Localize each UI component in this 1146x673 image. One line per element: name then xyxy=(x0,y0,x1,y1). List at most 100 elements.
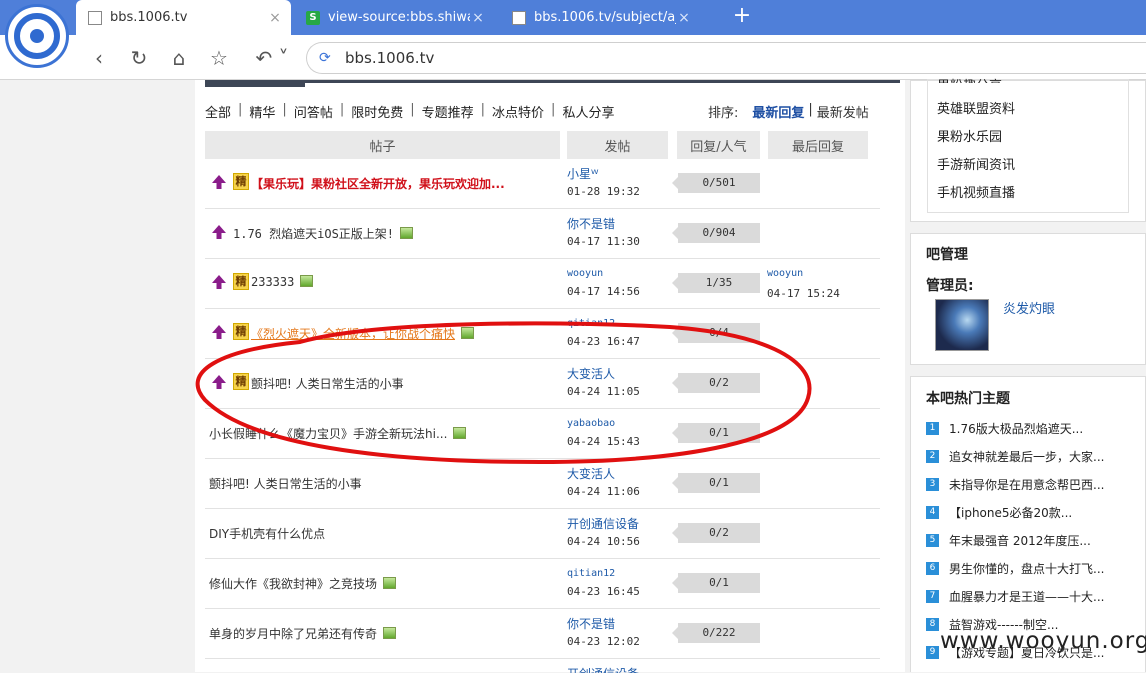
post-author[interactable]: yabaobao xyxy=(567,418,615,429)
hot-title: 本吧热门主题 xyxy=(926,391,1010,407)
hot-topic-title[interactable]: 未指导你是在用意念帮巴西... xyxy=(949,476,1104,493)
hot-topic-item[interactable]: 6 男生你懂的，盘点十大打飞... xyxy=(926,560,1104,577)
sidebar-link[interactable]: 果粉趣分享 xyxy=(937,75,1002,83)
page-icon xyxy=(88,10,102,25)
post-author[interactable]: 大变活人 xyxy=(567,465,615,482)
post-title[interactable]: 小长假睡什么《魔力宝贝》手游全新玩法hi... xyxy=(209,425,467,442)
close-icon[interactable]: × xyxy=(676,10,692,26)
post-time: 04-24 11:05 xyxy=(567,385,640,398)
tab-bbs[interactable]: bbs.1006.tv × xyxy=(76,0,291,35)
tab-ajax[interactable]: bbs.1006.tv/subject/ajax × xyxy=(500,0,700,35)
close-icon[interactable]: × xyxy=(470,10,486,26)
sort-latest-post[interactable]: 最新发帖 xyxy=(817,102,869,121)
hot-topic-item[interactable]: 3 未指导你是在用意念帮巴西... xyxy=(926,476,1104,493)
post-author[interactable]: 小星ᵂ xyxy=(567,165,598,182)
sidebar-link[interactable]: 手游新闻资讯 xyxy=(937,154,1015,173)
rank-badge: 6 xyxy=(926,562,939,575)
essence-badge: 精 xyxy=(233,173,249,190)
post-title-text[interactable]: 单身的岁月中除了兄弟还有传奇 xyxy=(209,627,377,641)
home-icon[interactable]: ⌂ xyxy=(166,45,192,71)
undo-icon[interactable]: ↶ ˅ xyxy=(252,45,292,71)
post-author[interactable]: 开创通信设备 xyxy=(567,515,639,532)
up-arrow-icon xyxy=(212,175,226,189)
hot-topic-title[interactable]: 1.76版大极品烈焰遮天... xyxy=(949,420,1083,437)
sidebar-link[interactable]: 手机视频直播 xyxy=(937,182,1015,201)
star-icon[interactable]: ☆ xyxy=(206,45,232,71)
post-title-text[interactable]: 《烈火遮天》全新版本，让你战个痛快 xyxy=(251,327,455,341)
reply-count: 0/1 xyxy=(672,573,760,593)
reload-icon[interactable]: ↻ xyxy=(126,45,152,71)
filter-topic[interactable]: 专题推荐 xyxy=(422,102,474,121)
post-title[interactable]: 颤抖吧! 人类日常生活的小事 xyxy=(209,475,362,492)
avatar[interactable] xyxy=(935,299,989,351)
post-title[interactable]: 【果乐玩】果粉社区全新开放，果乐玩欢迎加... xyxy=(251,175,505,192)
sort-latest-reply[interactable]: 最新回复 xyxy=(752,102,804,121)
up-arrow-icon xyxy=(212,325,226,339)
post-author[interactable]: qitian12 xyxy=(567,568,615,579)
tab-title: bbs.1006.tv xyxy=(110,10,188,25)
filter-deal[interactable]: 冰点特价 xyxy=(492,102,544,121)
filter-essence[interactable]: 精华 xyxy=(249,102,275,121)
tab-title: bbs.1006.tv/subject/ajax xyxy=(534,10,676,25)
post-author[interactable]: 大变活人 xyxy=(567,365,615,382)
table-row: 颤抖吧! 人类日常生活的小事 大变活人 04-24 11:06 0/1 xyxy=(205,459,880,509)
browser-logo-icon[interactable] xyxy=(5,4,69,68)
hot-topic-title[interactable]: 追女神就差最后一步，大家... xyxy=(949,448,1104,465)
hot-topic-item[interactable]: 2 追女神就差最后一步，大家... xyxy=(926,448,1104,465)
tab-view-source[interactable]: S view-source:bbs.shiwan.c × xyxy=(294,0,494,35)
post-title[interactable]: 《烈火遮天》全新版本，让你战个痛快 xyxy=(251,325,475,342)
filter-free[interactable]: 限时免费 xyxy=(351,102,403,121)
url-text: bbs.1006.tv xyxy=(345,49,435,67)
hot-topic-title[interactable]: 年末最强音 2012年度压... xyxy=(949,532,1091,549)
post-title-text[interactable]: 233333 xyxy=(251,275,294,289)
post-title-text[interactable]: 颤抖吧! 人类日常生活的小事 xyxy=(251,377,404,391)
post-title[interactable]: 颤抖吧! 人类日常生活的小事 xyxy=(251,375,404,392)
post-author[interactable]: wooyun xyxy=(567,268,603,279)
sort-bar: 排序: 最新回复 | 最新发帖 xyxy=(708,102,869,121)
post-time: 04-24 11:06 xyxy=(567,485,640,498)
post-title-text[interactable]: 1.76 烈焰遮天iOS正版上架! xyxy=(233,227,394,241)
table-row: 小长假睡什么《魔力宝贝》手游全新玩法hi... yabaobao 04-24 15:… xyxy=(205,409,880,459)
hot-topic-title[interactable]: 【iphone5必备20款... xyxy=(949,504,1072,521)
post-title[interactable]: 单身的岁月中除了兄弟还有传奇 xyxy=(209,625,397,642)
sidebar-link[interactable]: 英雄联盟资料 xyxy=(937,98,1015,117)
admin-name[interactable]: 炎发灼眼 xyxy=(1003,298,1055,317)
image-icon xyxy=(453,427,467,439)
post-time: 04-24 10:56 xyxy=(567,535,640,548)
filter-all[interactable]: 全部 xyxy=(205,102,231,121)
filter-share[interactable]: 私人分享 xyxy=(562,102,614,121)
reply-count: 0/4 xyxy=(672,323,760,343)
post-title-text[interactable]: DIY手机壳有什么优点 xyxy=(209,527,325,541)
back-icon[interactable]: ‹ xyxy=(86,45,112,71)
hot-topic-item[interactable]: 1 1.76版大极品烈焰遮天... xyxy=(926,420,1083,437)
address-bar[interactable]: ⟳ bbs.1006.tv xyxy=(306,42,1146,74)
post-title-text[interactable]: 【果乐玩】果粉社区全新开放，果乐玩欢迎加... xyxy=(251,177,505,191)
new-tab-icon[interactable]: + xyxy=(730,3,754,29)
post-author[interactable]: 你不是错 xyxy=(567,615,615,632)
image-icon xyxy=(461,327,475,339)
post-author[interactable]: 你不是错 xyxy=(567,215,615,232)
page-icon xyxy=(512,10,526,25)
post-title-text[interactable]: 修仙大作《我欲封神》之竞技场 xyxy=(209,577,377,591)
post-title-text[interactable]: 颤抖吧! 人类日常生活的小事 xyxy=(209,477,362,491)
post-title-text[interactable]: 小长假睡什么《魔力宝贝》手游全新玩法hi... xyxy=(209,427,447,441)
hot-topic-item[interactable]: 5 年末最强音 2012年度压... xyxy=(926,532,1091,549)
rank-badge: 4 xyxy=(926,506,939,519)
rank-badge: 9 xyxy=(926,646,939,659)
hot-topic-item[interactable]: 7 血腥暴力才是王道——十大... xyxy=(926,588,1104,605)
hot-topic-item[interactable]: 4 【iphone5必备20款... xyxy=(926,504,1072,521)
post-title[interactable]: 233333 xyxy=(251,275,314,289)
col-author: 发帖 xyxy=(567,131,668,159)
last-reply-user[interactable]: wooyun xyxy=(767,268,803,279)
post-title[interactable]: 1.76 烈焰遮天iOS正版上架! xyxy=(233,225,414,242)
filter-qa[interactable]: 问答帖 xyxy=(294,102,333,121)
post-title[interactable]: DIY手机壳有什么优点 xyxy=(209,525,325,542)
hot-topic-title[interactable]: 血腥暴力才是王道——十大... xyxy=(949,588,1104,605)
reply-count: 0/2 xyxy=(672,373,760,393)
sidebar-link[interactable]: 果粉水乐园 xyxy=(937,126,1002,145)
post-author[interactable]: qitian12 xyxy=(567,318,615,329)
close-icon[interactable]: × xyxy=(267,10,283,26)
table-row: 开创通信设备 xyxy=(205,659,880,673)
post-title[interactable]: 修仙大作《我欲封神》之竞技场 xyxy=(209,575,397,592)
hot-topic-title[interactable]: 男生你懂的，盘点十大打飞... xyxy=(949,560,1104,577)
